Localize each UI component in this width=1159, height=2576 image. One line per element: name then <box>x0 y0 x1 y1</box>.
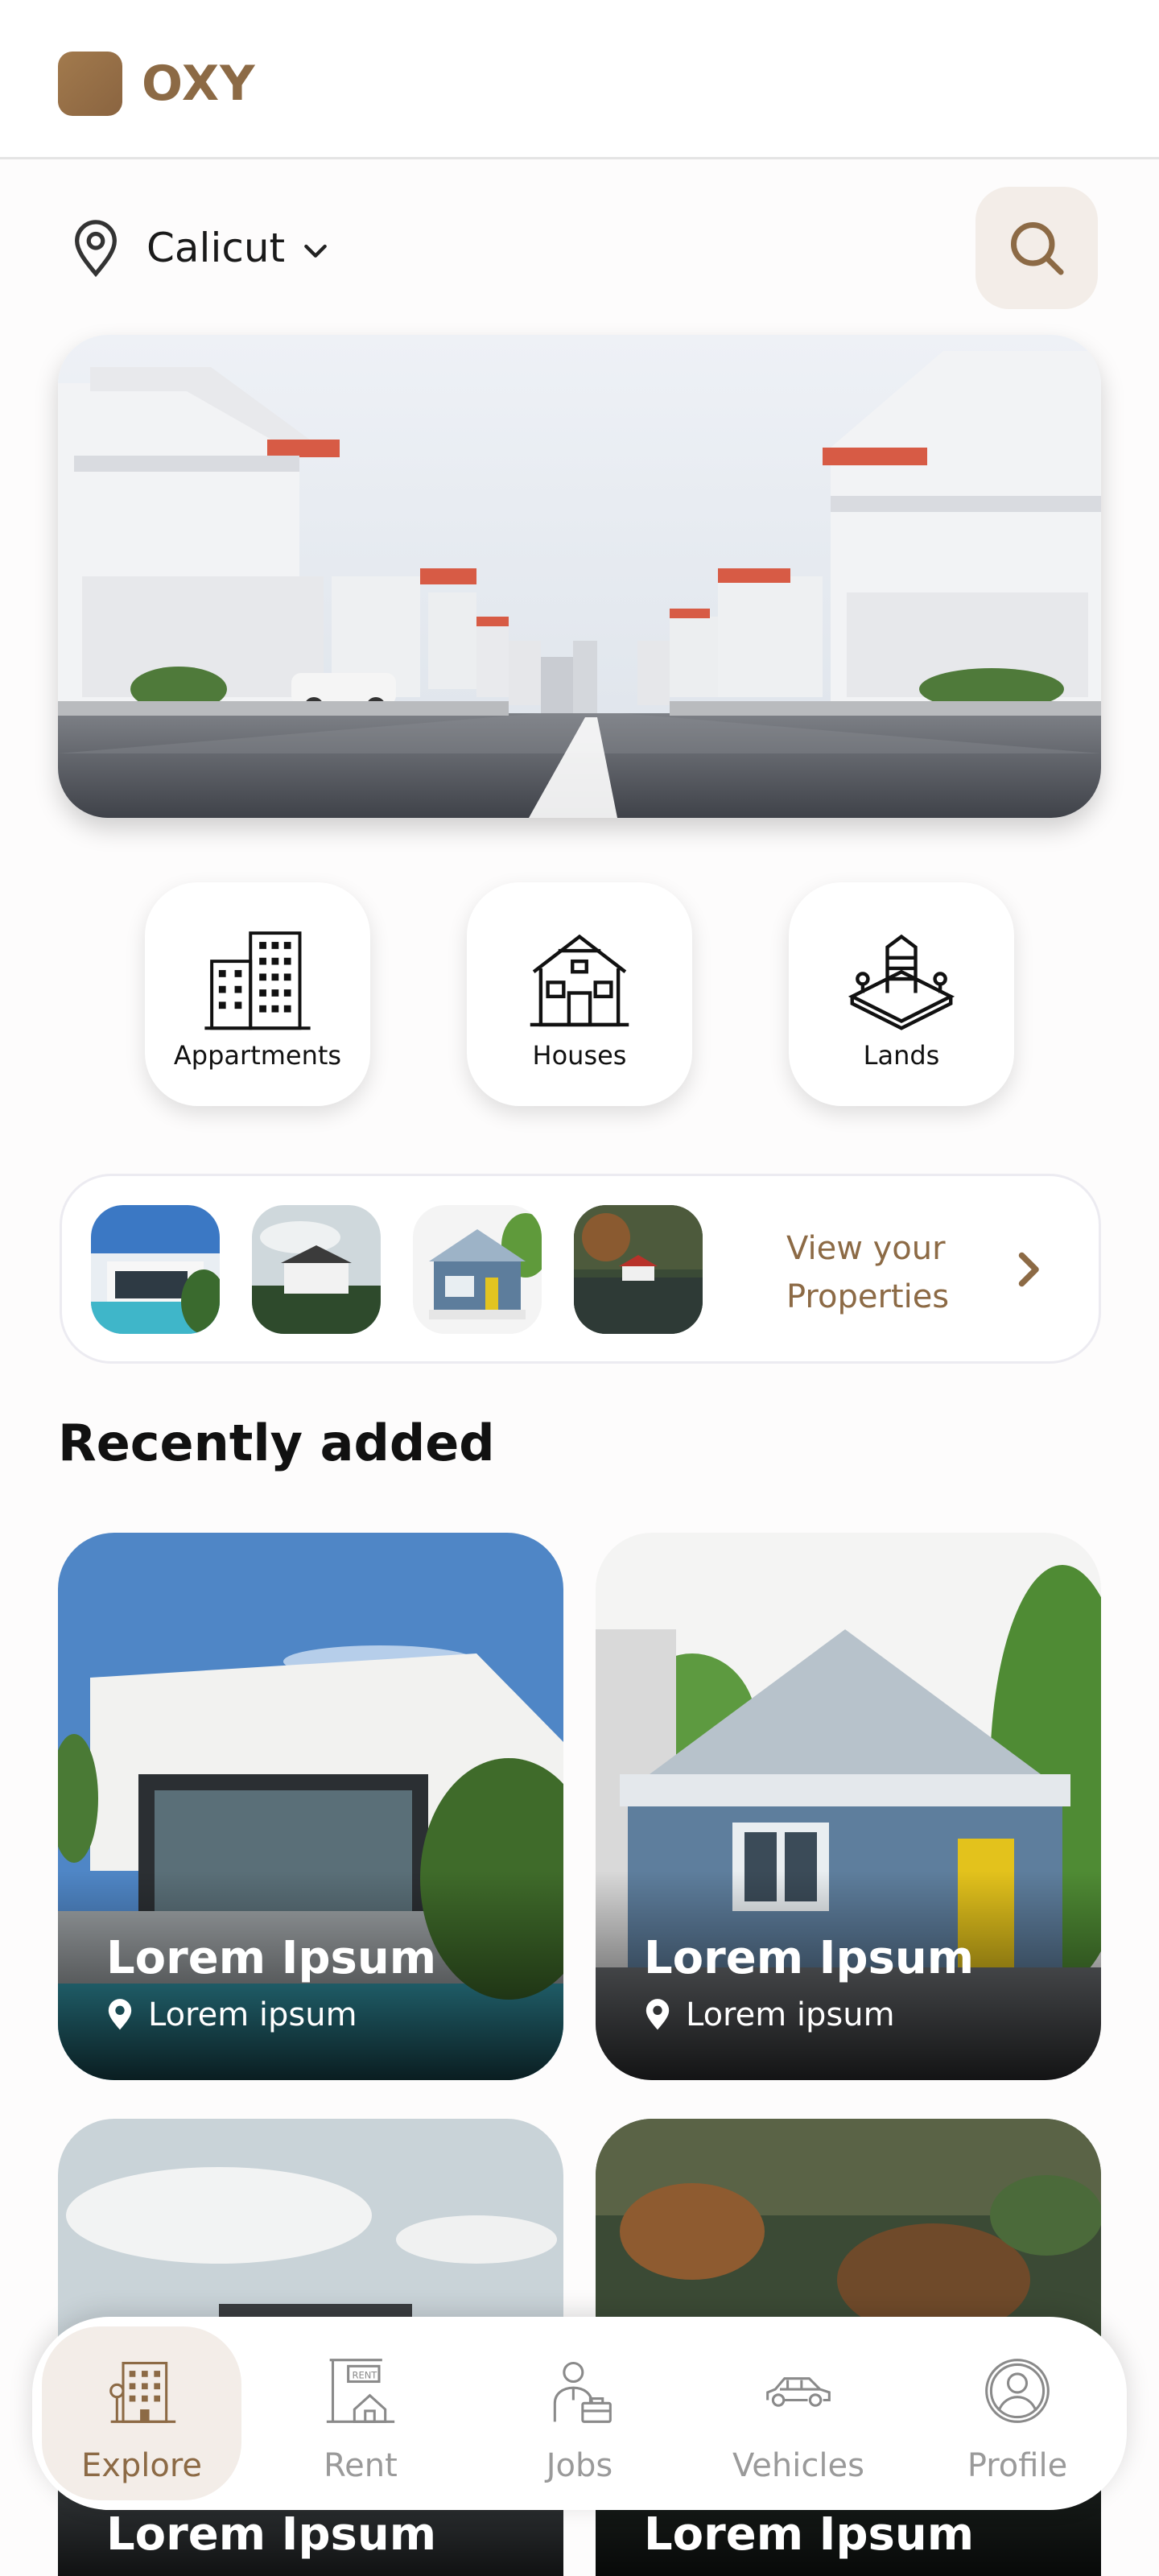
nav-vehicles[interactable]: Vehicles <box>699 2326 898 2500</box>
property-thumbnail[interactable] <box>91 1205 220 1334</box>
location-selector[interactable]: Calicut <box>68 216 332 280</box>
category-label: Lands <box>863 1040 940 1071</box>
category-label: Appartments <box>173 1040 342 1071</box>
category-label: Houses <box>532 1040 627 1071</box>
rent-sign-icon: RENT <box>326 2359 395 2423</box>
listing-card[interactable]: Lorem Ipsum Lorem ipsum <box>58 1533 563 2080</box>
nav-profile[interactable]: Profile <box>918 2326 1117 2500</box>
view-properties-label[interactable]: View your Properties <box>786 1224 1020 1321</box>
nav-jobs[interactable]: Jobs <box>480 2326 679 2500</box>
search-icon <box>1011 222 1064 275</box>
app-logo-text: OXY <box>142 56 256 112</box>
listing-card[interactable]: Lorem Ipsum Lorem ipsum <box>596 1533 1101 2080</box>
nav-label: Jobs <box>546 2447 613 2484</box>
house-icon <box>530 934 629 1027</box>
property-thumbnail[interactable] <box>413 1205 542 1334</box>
nav-label: Rent <box>324 2447 398 2484</box>
category-houses[interactable]: Houses <box>467 882 692 1106</box>
land-plot-icon <box>848 934 955 1030</box>
app-logo <box>58 52 122 116</box>
search-button[interactable] <box>975 187 1098 309</box>
nav-rent[interactable]: RENT Rent <box>261 2326 460 2500</box>
user-circle-icon <box>985 2359 1050 2423</box>
category-appartments[interactable]: Appartments <box>145 882 370 1106</box>
your-properties-card[interactable]: View your Properties <box>60 1174 1101 1364</box>
listing-title: Lorem Ipsum <box>106 2508 437 2561</box>
map-pin-icon <box>75 220 117 278</box>
listing-title: Lorem Ipsum <box>644 2508 975 2561</box>
app-header: OXY <box>0 0 1159 159</box>
map-pin-icon <box>108 1999 132 2030</box>
listing-location: Lorem ipsum <box>106 1996 357 2033</box>
job-person-icon <box>553 2361 612 2423</box>
svg-text:RENT: RENT <box>352 2370 377 2381</box>
buildings-icon <box>109 2361 176 2423</box>
property-thumbnail[interactable] <box>252 1205 381 1334</box>
car-icon <box>766 2377 831 2407</box>
apartment-building-icon <box>204 931 311 1030</box>
listing-title: Lorem Ipsum <box>644 1932 975 1984</box>
nav-label: Vehicles <box>732 2447 864 2484</box>
listing-location: Lorem ipsum <box>644 1996 895 2033</box>
recently-added-heading: Recently added <box>58 1414 495 1472</box>
listing-location-text: Lorem ipsum <box>148 1996 357 2033</box>
listing-title: Lorem Ipsum <box>106 1932 437 1984</box>
nav-explore[interactable]: Explore <box>42 2326 241 2500</box>
map-pin-icon <box>645 1999 670 2030</box>
property-thumbnail[interactable] <box>574 1205 703 1334</box>
nav-label: Explore <box>80 2447 203 2484</box>
chevron-down-icon <box>304 244 327 258</box>
listing-location-text: Lorem ipsum <box>686 1996 895 2033</box>
chevron-right-icon[interactable] <box>1004 1245 1052 1294</box>
nav-label: Profile <box>967 2447 1068 2484</box>
bottom-navigation: Explore RENT Rent Jobs Vehicles Profile <box>32 2317 1127 2510</box>
location-city: Calicut <box>146 225 286 271</box>
hero-banner-image[interactable] <box>58 335 1101 818</box>
category-lands[interactable]: Lands <box>789 882 1014 1106</box>
